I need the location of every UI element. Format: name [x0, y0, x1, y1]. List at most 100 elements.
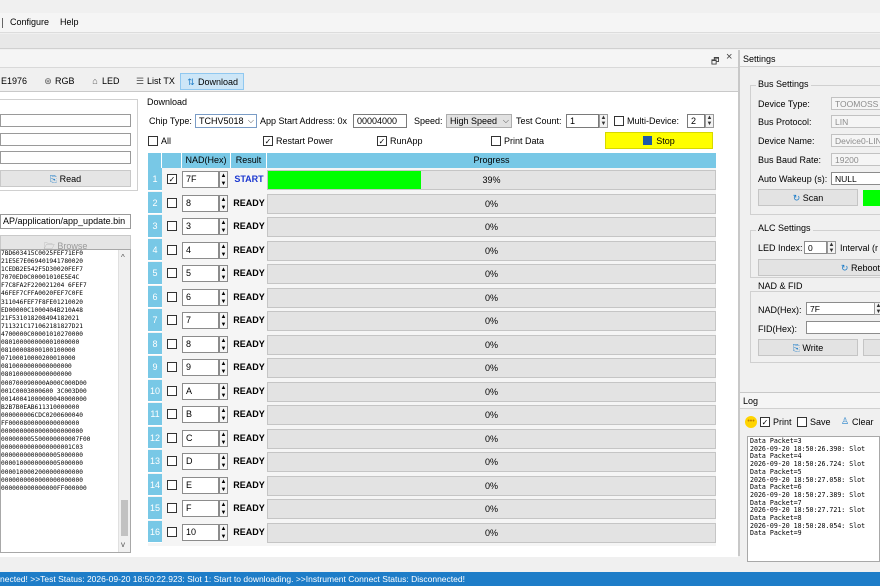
tab-list-tx[interactable]: ☰ List TX	[130, 73, 180, 90]
read-field-3[interactable]	[0, 151, 131, 164]
row-nad-spinner[interactable]: ▲ ▼	[219, 500, 228, 517]
row-checkbox[interactable]	[167, 338, 177, 349]
chip-type-select[interactable]: TCHV5018 ⌵	[195, 114, 257, 128]
device-name-select[interactable]: Device0-LIN	[831, 134, 880, 147]
scroll-up-icon[interactable]: ^	[121, 253, 125, 262]
row-checkbox[interactable]	[167, 479, 177, 490]
scroll-thumb[interactable]	[121, 500, 128, 536]
row-checkbox[interactable]	[167, 291, 177, 302]
led-index-input[interactable]: 0	[804, 241, 827, 254]
scroll-down-icon[interactable]: v	[121, 540, 125, 549]
print-data-checkbox[interactable]	[491, 136, 501, 146]
nad-input[interactable]: 7F	[806, 302, 875, 315]
read-field-1[interactable]	[0, 114, 131, 127]
nad-spinner[interactable]: ▲ ▼	[874, 302, 880, 315]
row-nad-spinner[interactable]: ▲ ▼	[219, 288, 228, 306]
row-checkbox[interactable]	[167, 503, 177, 513]
clear-icon[interactable]: ♙	[841, 416, 849, 427]
row-nad-input[interactable]: F	[182, 500, 219, 517]
row-nad-spinner[interactable]: ▲ ▼	[219, 476, 228, 494]
row-nad-input[interactable]: 4	[182, 241, 219, 259]
all-checkbox[interactable]	[148, 136, 158, 146]
multi-device-input[interactable]: 2	[687, 114, 705, 128]
write-button[interactable]: ⎘ Write	[758, 339, 858, 356]
menu-item-configure[interactable]: Configure	[10, 17, 49, 27]
tab-rgb[interactable]: ⊛ RGB	[38, 73, 80, 90]
row-nad-input[interactable]: 9	[182, 359, 219, 376]
read-field-2[interactable]	[0, 133, 131, 146]
row-nad-input[interactable]: B	[182, 406, 219, 423]
row-nad-input[interactable]: E	[182, 476, 219, 494]
auto-wakeup-select[interactable]: NULL	[831, 172, 880, 185]
reboot-button[interactable]: ↻ Reboot	[758, 259, 880, 276]
row-checkbox[interactable]	[167, 268, 177, 278]
row-checkbox[interactable]	[167, 197, 177, 208]
menu-item-help[interactable]: Help	[60, 17, 79, 27]
row-checkbox[interactable]: ✓	[167, 174, 177, 184]
read-button[interactable]: ⎘ Read	[0, 170, 131, 187]
multi-device-checkbox[interactable]	[614, 116, 624, 126]
row-nad-input[interactable]: 7F	[182, 171, 219, 188]
log-clear-label[interactable]: Clear	[852, 417, 874, 427]
row-nad-spinner[interactable]: ▲ ▼	[219, 312, 228, 329]
row-checkbox[interactable]	[167, 432, 177, 443]
speed-select[interactable]: High Speed ⌵	[446, 114, 512, 128]
log-output[interactable]: Data Packet=3 2026-09-20 18:50:26.390: Sl…	[747, 436, 880, 562]
bus-baud-select[interactable]: 19200	[831, 153, 880, 166]
row-nad-spinner[interactable]: ▲ ▼	[219, 218, 228, 235]
led-index-spinner[interactable]: ▲ ▼	[827, 241, 836, 254]
row-checkbox[interactable]	[167, 526, 177, 537]
app-start-input[interactable]: 00004000	[353, 114, 407, 128]
device-type-select[interactable]: TOOMOSS	[831, 97, 880, 110]
read-nad-button[interactable]	[863, 339, 880, 356]
log-save-checkbox[interactable]	[797, 417, 807, 427]
row-nad-spinner[interactable]: ▲ ▼	[219, 265, 228, 282]
row-nad-input[interactable]: 5	[182, 265, 219, 282]
test-count-input[interactable]: 1	[566, 114, 599, 128]
close-icon[interactable]: ×	[726, 51, 732, 63]
row-checkbox[interactable]	[167, 456, 177, 466]
stop-button[interactable]: Stop	[605, 132, 713, 149]
row-nad-input[interactable]: 8	[182, 335, 219, 353]
row-nad-input[interactable]: D	[182, 453, 219, 470]
row-nad-spinner[interactable]: ▲ ▼	[219, 171, 228, 188]
row-checkbox[interactable]	[167, 362, 177, 372]
scan-button[interactable]: ↻ Scan	[758, 189, 858, 206]
row-nad-input[interactable]: 6	[182, 288, 219, 306]
tab-download[interactable]: ⇅ Download	[180, 73, 245, 90]
row-progress-bar: 39%	[267, 170, 716, 190]
row-nad-spinner[interactable]: ▲ ▼	[219, 382, 228, 400]
runapp-checkbox[interactable]: ✓	[377, 136, 387, 146]
row-nad-spinner[interactable]: ▲ ▼	[219, 523, 228, 541]
hex-view[interactable]: 7BD603415C0025FEF71EF0 21E5E7E06940194178…	[0, 249, 131, 553]
row-checkbox[interactable]	[167, 315, 177, 325]
multi-device-spinner[interactable]: ▲ ▼	[705, 114, 714, 128]
row-nad-spinner[interactable]: ▲ ▼	[219, 429, 228, 447]
row-nad-spinner[interactable]: ▲ ▼	[219, 241, 228, 259]
file-path-field[interactable]: AP/application/app_update.bin	[0, 214, 131, 229]
log-print-checkbox[interactable]: ✓	[760, 417, 770, 427]
row-nad-input[interactable]: 8	[182, 194, 219, 212]
row-nad-input[interactable]: 3	[182, 218, 219, 235]
hex-scrollbar[interactable]: ^ v	[118, 250, 130, 552]
float-icon[interactable]: 🗗	[711, 54, 719, 70]
row-checkbox[interactable]	[167, 385, 177, 396]
row-checkbox[interactable]	[167, 221, 177, 231]
row-nad-spinner[interactable]: ▲ ▼	[219, 194, 228, 212]
row-nad-input[interactable]: 10	[182, 523, 219, 541]
test-count-spinner[interactable]: ▲ ▼	[599, 114, 608, 128]
tab-e1976[interactable]: E1976	[0, 73, 32, 90]
row-nad-spinner[interactable]: ▲ ▼	[219, 406, 228, 423]
row-checkbox[interactable]	[167, 244, 177, 255]
row-checkbox[interactable]	[167, 409, 177, 419]
row-nad-input[interactable]: 7	[182, 312, 219, 329]
row-nad-spinner[interactable]: ▲ ▼	[219, 453, 228, 470]
row-nad-input[interactable]: A	[182, 382, 219, 400]
row-nad-spinner[interactable]: ▲ ▼	[219, 359, 228, 376]
tab-led[interactable]: ⌂ LED	[85, 73, 125, 90]
row-nad-spinner[interactable]: ▲ ▼	[219, 335, 228, 353]
bus-protocol-select[interactable]: LIN	[831, 115, 880, 128]
restart-power-checkbox[interactable]: ✓	[263, 136, 273, 146]
row-nad-input[interactable]: C	[182, 429, 219, 447]
fid-input[interactable]	[806, 321, 880, 334]
